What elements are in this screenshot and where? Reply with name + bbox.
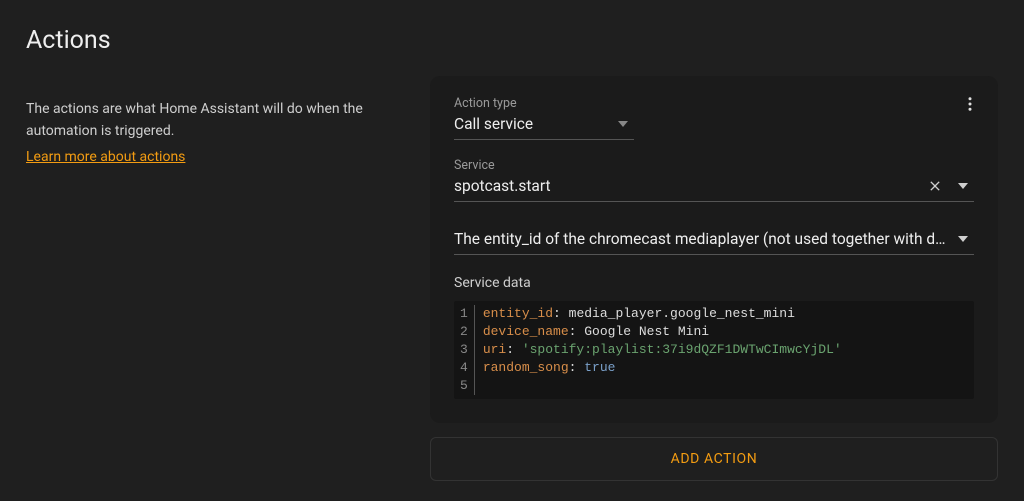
service-value: spotcast.start xyxy=(454,177,918,195)
entity-hint-field[interactable]: The entity_id of the chromecast mediapla… xyxy=(454,228,974,255)
dots-vertical-icon xyxy=(961,95,979,113)
service-label: Service xyxy=(454,158,974,173)
action-type-dropdown[interactable] xyxy=(612,113,634,135)
code-gutter: 12345 xyxy=(454,305,475,395)
service-data-label: Service data xyxy=(454,275,974,291)
page-title: Actions xyxy=(26,26,406,55)
code-content: entity_id: media_player.google_nest_mini… xyxy=(475,305,850,395)
entity-hint-dropdown[interactable] xyxy=(952,228,974,250)
add-action-button[interactable]: ADD ACTION xyxy=(430,437,998,481)
triangle-down-icon xyxy=(958,181,968,191)
action-type-label: Action type xyxy=(454,96,634,111)
triangle-down-icon xyxy=(958,234,968,244)
action-type-value: Call service xyxy=(454,115,606,133)
service-dropdown[interactable] xyxy=(952,175,974,197)
triangle-down-icon xyxy=(618,119,628,129)
actions-description: The actions are what Home Assistant will… xyxy=(26,99,406,142)
learn-more-link[interactable]: Learn more about actions xyxy=(26,149,185,165)
service-clear-button[interactable] xyxy=(924,175,946,197)
close-icon xyxy=(927,178,943,194)
service-data-editor[interactable]: 12345 entity_id: media_player.google_nes… xyxy=(454,301,974,399)
more-options-button[interactable] xyxy=(956,90,984,118)
action-type-field[interactable]: Action type Call service xyxy=(454,96,634,140)
service-field[interactable]: Service spotcast.start xyxy=(454,158,974,202)
entity-hint-text: The entity_id of the chromecast mediapla… xyxy=(454,230,946,248)
action-card: Action type Call service Service spotcas… xyxy=(430,76,998,423)
